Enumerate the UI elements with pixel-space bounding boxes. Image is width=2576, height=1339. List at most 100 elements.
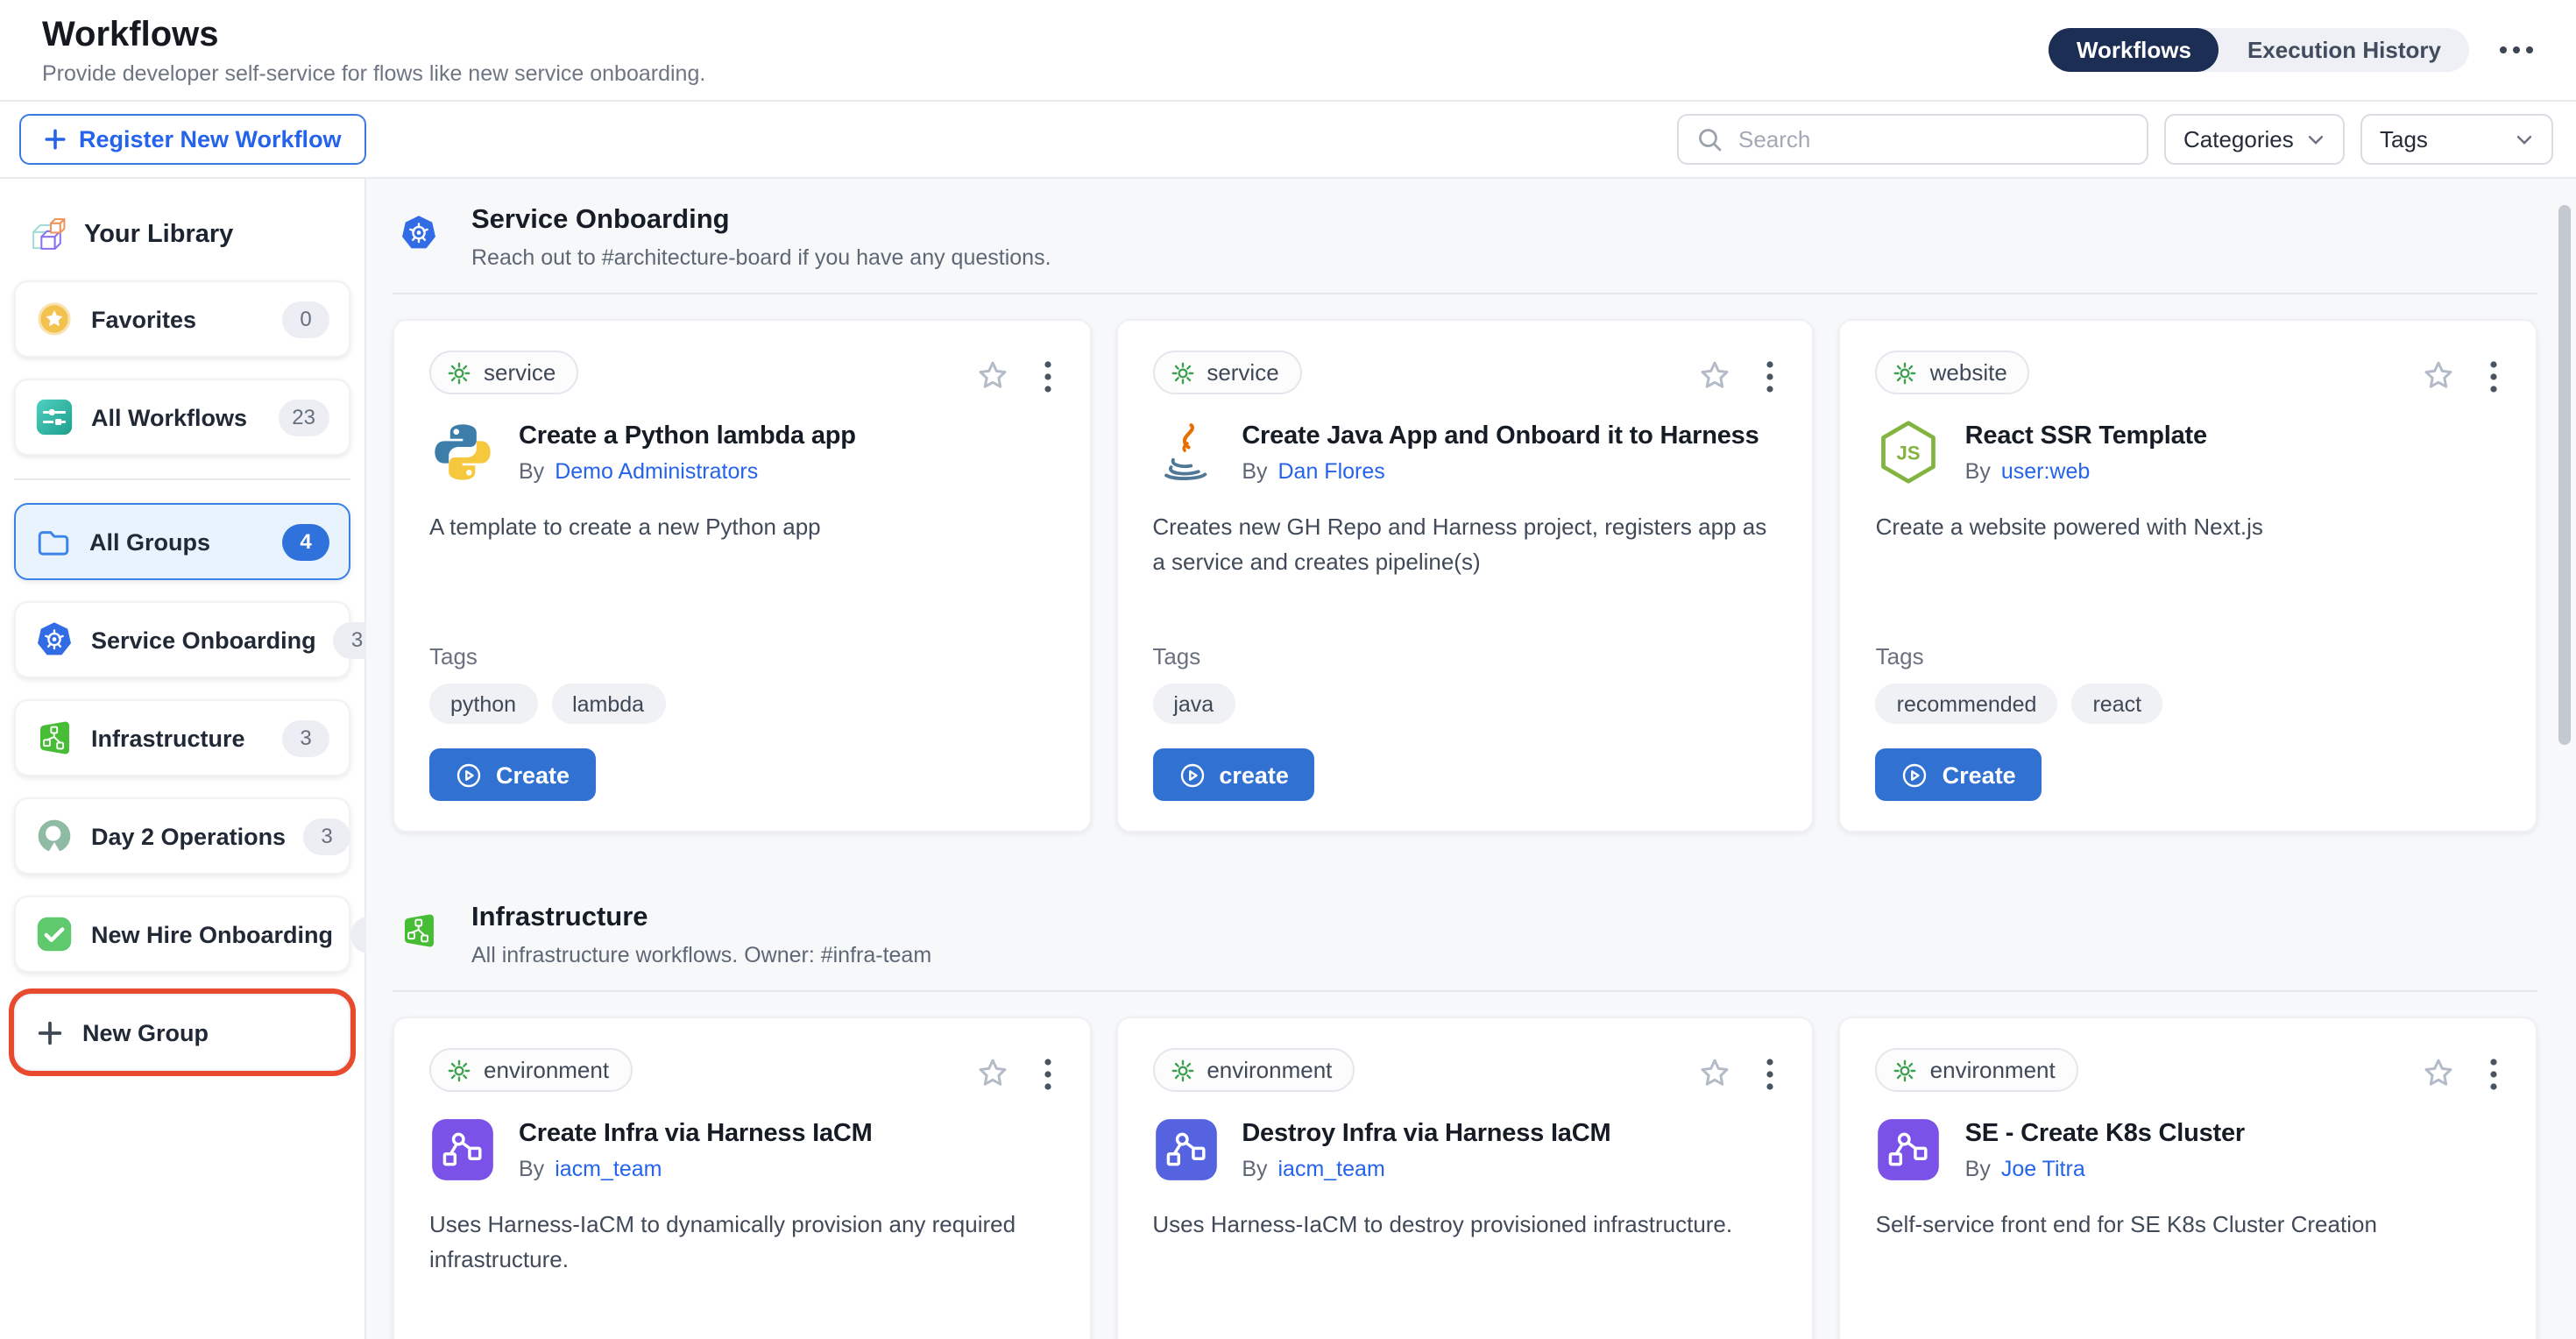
favorites-star-icon — [35, 300, 74, 338]
page-body: Your Library Favorites 0 All Workflows 2… — [0, 179, 2576, 1339]
categories-dropdown-label: Categories — [2183, 126, 2294, 152]
workflow-card: service Create Java App and Onboard it t… — [1115, 319, 1814, 832]
owner-link[interactable]: iacm_team — [555, 1157, 662, 1181]
favorite-star-icon[interactable] — [2420, 358, 2457, 394]
search-input[interactable] — [1735, 124, 2129, 154]
nodejs-logo: JS — [1876, 419, 1943, 485]
page-title: Workflows — [42, 15, 705, 55]
kebab-menu-icon[interactable] — [2490, 360, 2497, 392]
card-title: Create Infra via Harness IaCM — [519, 1118, 873, 1150]
more-menu-icon[interactable] — [2499, 46, 2534, 54]
toolbar: Register New Workflow Categories Tags — [0, 102, 2576, 179]
card-grid: service Create a Python lambda app By De… — [393, 319, 2537, 832]
workflow-card: environment Create Infra via Harness IaC… — [393, 1017, 1091, 1339]
type-chip-label: service — [484, 359, 556, 386]
tag-pill: lambda — [551, 684, 665, 724]
section-service-onboarding: Service Onboarding Reach out to #archite… — [393, 205, 2537, 832]
gear-icon — [447, 360, 471, 385]
type-chip-label: environment — [484, 1057, 609, 1083]
favorite-star-icon[interactable] — [973, 1055, 1010, 1092]
sidebar-item-new-hire-onboarding[interactable]: New Hire Onboarding 5 — [14, 896, 350, 973]
plus-icon — [35, 1017, 65, 1047]
kebab-menu-icon[interactable] — [2490, 1058, 2497, 1089]
java-logo — [1152, 419, 1219, 485]
sidebar-item-all-workflows[interactable]: All Workflows 23 — [14, 379, 350, 456]
sidebar-list: Favorites 0 All Workflows 23 All Groups … — [14, 280, 350, 1071]
gear-icon — [1170, 360, 1194, 385]
kebab-menu-icon[interactable] — [1767, 1058, 1774, 1089]
type-chip: service — [1152, 351, 1301, 394]
sidebar-item-label: All Groups — [89, 528, 210, 555]
check-icon — [35, 915, 74, 953]
type-chip-label: environment — [1207, 1057, 1332, 1083]
kebab-menu-icon[interactable] — [1044, 360, 1051, 392]
create-button[interactable]: Create — [1876, 748, 2042, 801]
sidebar-item-label: New Hire Onboarding — [91, 921, 333, 947]
iacm-indigo-icon — [1152, 1116, 1219, 1183]
favorite-star-icon[interactable] — [2420, 1055, 2457, 1092]
favorite-star-icon[interactable] — [973, 358, 1010, 394]
section-infrastructure: Infrastructure All infrastructure workfl… — [393, 903, 2537, 1339]
gear-icon — [1170, 1058, 1194, 1082]
gear-icon — [1893, 1058, 1918, 1082]
card-title: Create Java App and Onboard it to Harnes… — [1242, 421, 1759, 452]
search-icon — [1696, 126, 1723, 152]
library-cubes-icon — [28, 214, 68, 254]
tags-label: Tags — [1876, 643, 2501, 670]
section-divider — [393, 990, 2537, 992]
gear-icon — [1893, 360, 1918, 385]
favorite-star-icon[interactable] — [1697, 358, 1734, 394]
section-subtitle: All infrastructure workflows. Owner: #in… — [471, 943, 931, 967]
sidebar-item-label: New Group — [82, 1019, 209, 1045]
tag-row: pythonlambda — [429, 684, 1054, 724]
tab-execution-history[interactable]: Execution History — [2219, 28, 2469, 72]
sidebar-item-all-groups[interactable]: All Groups 4 — [14, 503, 350, 580]
plus-icon — [44, 128, 67, 151]
create-button-label: create — [1219, 762, 1289, 788]
kebab-menu-icon[interactable] — [1767, 360, 1774, 392]
tags-dropdown[interactable]: Tags — [2360, 114, 2553, 165]
owner-link[interactable]: Demo Administrators — [555, 459, 758, 484]
section-subtitle: Reach out to #architecture-board if you … — [471, 245, 1051, 270]
iacm-purple-icon — [1876, 1116, 1943, 1183]
sidebar-item-new-group[interactable]: New Group — [14, 994, 350, 1071]
kebab-menu-icon[interactable] — [1044, 1058, 1051, 1089]
by-label: By — [1965, 1157, 1991, 1181]
sidebar-item-service-onboarding[interactable]: Service Onboarding 3 — [14, 601, 350, 678]
tag-row: java — [1152, 684, 1777, 724]
library-title: Your Library — [84, 220, 233, 248]
search-box[interactable] — [1677, 114, 2148, 165]
favorite-star-icon[interactable] — [1697, 1055, 1734, 1092]
owner-link[interactable]: Dan Flores — [1278, 459, 1385, 484]
by-label: By — [519, 1157, 544, 1181]
sidebar-item-label: Favorites — [91, 306, 196, 332]
play-icon — [456, 762, 482, 788]
owner-link[interactable]: user:web — [2001, 459, 2090, 484]
tag-pill: recommended — [1876, 684, 2058, 724]
sidebar-item-favorites[interactable]: Favorites 0 — [14, 280, 350, 358]
header-actions: Workflows Execution History — [2049, 28, 2534, 72]
type-chip-label: website — [1930, 359, 2007, 386]
scrollbar-thumb[interactable] — [2558, 205, 2571, 745]
type-chip: website — [1876, 351, 2030, 394]
tab-workflows[interactable]: Workflows — [2049, 28, 2219, 72]
sidebar-item-infrastructure[interactable]: Infrastructure 3 — [14, 699, 350, 776]
gear-icon — [447, 1058, 471, 1082]
card-description: Create a website powered with Next.js — [1876, 510, 2501, 544]
folder-icon — [35, 523, 72, 560]
type-chip: service — [429, 351, 578, 394]
create-button-label: Create — [496, 762, 570, 788]
tag-row: recommendedreact — [1876, 684, 2501, 724]
create-button[interactable]: create — [1152, 748, 1315, 801]
sidebar-item-day-2-operations[interactable]: Day 2 Operations 3 — [14, 797, 350, 875]
categories-dropdown[interactable]: Categories — [2164, 114, 2345, 165]
owner-link[interactable]: iacm_team — [1278, 1157, 1385, 1181]
create-button[interactable]: Create — [429, 748, 596, 801]
main-content: Service Onboarding Reach out to #archite… — [366, 179, 2576, 1339]
tag-pill: java — [1152, 684, 1235, 724]
register-new-workflow-button[interactable]: Register New Workflow — [19, 114, 366, 165]
card-title: Destroy Infra via Harness IaCM — [1242, 1118, 1610, 1150]
play-icon — [1902, 762, 1928, 788]
owner-link[interactable]: Joe Titra — [2001, 1157, 2085, 1181]
count-badge: 23 — [278, 399, 329, 436]
